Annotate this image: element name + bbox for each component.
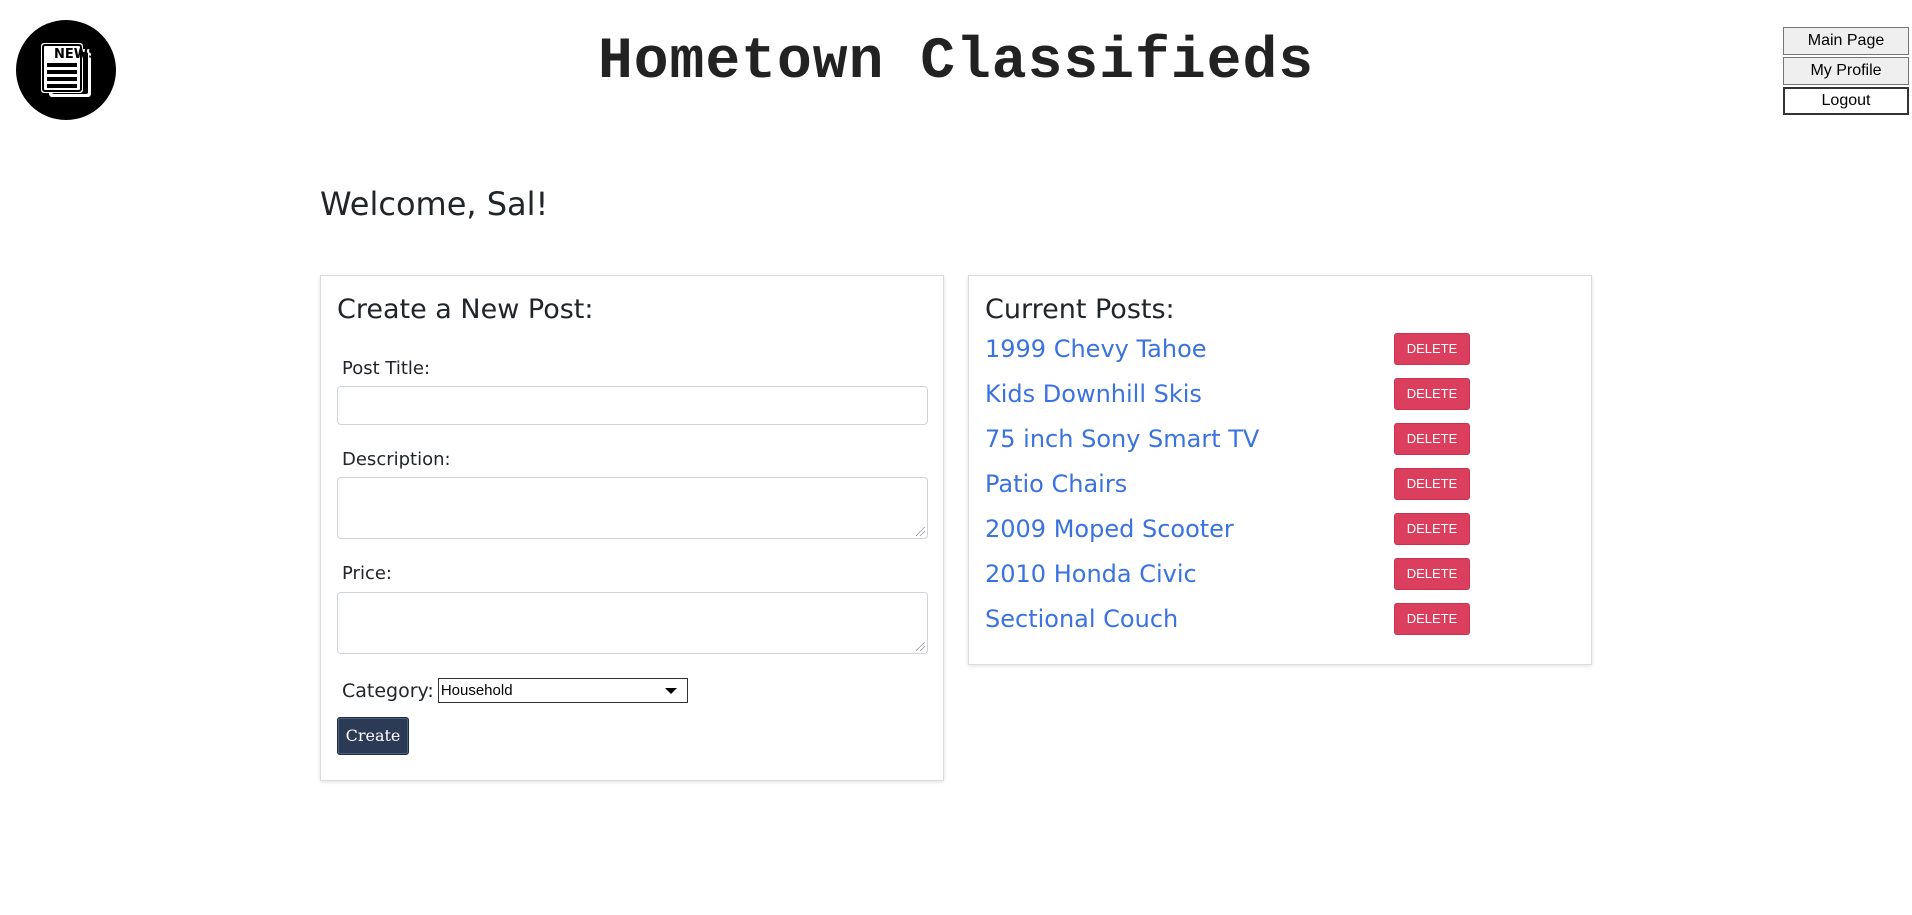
delete-button[interactable]: DELETE xyxy=(1394,603,1470,635)
post-link[interactable]: 75 inch Sony Smart TV xyxy=(985,425,1259,453)
resize-handle-icon[interactable] xyxy=(916,642,925,651)
delete-button[interactable]: DELETE xyxy=(1394,513,1470,545)
delete-button[interactable]: DELETE xyxy=(1394,468,1470,500)
current-posts-heading: Current Posts: xyxy=(985,294,1175,325)
category-row: Category: Household xyxy=(342,678,688,703)
post-link[interactable]: 2010 Honda Civic xyxy=(985,560,1197,588)
post-link[interactable]: Sectional Couch xyxy=(985,605,1178,633)
post-row: Sectional Couch DELETE xyxy=(985,603,1577,639)
post-row: Kids Downhill Skis DELETE xyxy=(985,378,1577,414)
delete-button[interactable]: DELETE xyxy=(1394,558,1470,590)
post-row: 2010 Honda Civic DELETE xyxy=(985,558,1577,594)
resize-handle-icon[interactable] xyxy=(916,527,925,536)
post-title-label: Post Title: xyxy=(342,358,431,379)
description-textarea[interactable] xyxy=(337,477,928,539)
create-post-heading: Create a New Post: xyxy=(337,294,594,325)
post-row: 75 inch Sony Smart TV DELETE xyxy=(985,423,1577,459)
post-link[interactable]: 2009 Moped Scooter xyxy=(985,515,1234,543)
site-title: Hometown Classifieds xyxy=(597,30,1315,95)
post-link[interactable]: 1999 Chevy Tahoe xyxy=(985,335,1207,363)
delete-button[interactable]: DELETE xyxy=(1394,423,1470,455)
create-button[interactable]: Create xyxy=(337,717,409,755)
category-select[interactable]: Household xyxy=(437,678,688,703)
delete-button[interactable]: DELETE xyxy=(1394,378,1470,410)
chevron-down-icon xyxy=(664,688,677,694)
price-textarea[interactable] xyxy=(337,592,928,654)
post-row: 1999 Chevy Tahoe DELETE xyxy=(985,333,1577,369)
delete-button[interactable]: DELETE xyxy=(1394,333,1470,365)
create-post-card: Create a New Post: Post Title: Descripti… xyxy=(320,275,944,781)
post-title-input[interactable] xyxy=(337,386,928,425)
price-label: Price: xyxy=(342,563,392,584)
post-link[interactable]: Kids Downhill Skis xyxy=(985,380,1202,408)
category-label: Category: xyxy=(342,679,434,702)
description-label: Description: xyxy=(342,449,451,470)
main-page-button[interactable]: Main Page xyxy=(1783,27,1909,55)
post-link[interactable]: Patio Chairs xyxy=(985,470,1127,498)
logout-button[interactable]: Logout xyxy=(1783,87,1909,115)
welcome-heading: Welcome, Sal! xyxy=(320,185,549,223)
top-nav: Main Page My Profile Logout xyxy=(1783,27,1909,117)
current-posts-card: Current Posts: 1999 Chevy Tahoe DELETE K… xyxy=(968,275,1592,665)
category-selected-value: Household xyxy=(440,682,513,699)
my-profile-button[interactable]: My Profile xyxy=(1783,57,1909,85)
post-row: Patio Chairs DELETE xyxy=(985,468,1577,504)
post-row: 2009 Moped Scooter DELETE xyxy=(985,513,1577,549)
